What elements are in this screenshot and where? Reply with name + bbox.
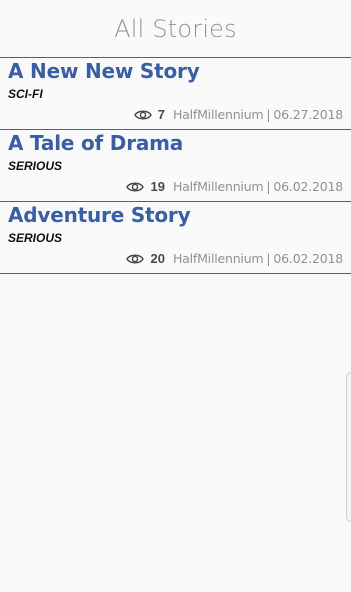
story-title[interactable]: A New New Story [8, 59, 200, 83]
story-author: HalfMillennium [172, 251, 264, 266]
story-title[interactable]: Adventure Story [8, 203, 191, 227]
eye-icon [133, 109, 152, 121]
meta-separator: | [266, 107, 271, 122]
app-header: All Stories [0, 0, 351, 58]
story-meta: 7 HalfMillennium | 06.27.2018 [133, 107, 343, 122]
view-count: 7 [157, 107, 165, 122]
edge-panel-handle[interactable] [346, 372, 351, 522]
story-meta: 20 HalfMillennium | 06.02.2018 [126, 251, 343, 266]
story-title[interactable]: A Tale of Drama [8, 131, 183, 155]
eye-icon [126, 181, 145, 193]
story-author: HalfMillennium [172, 179, 264, 194]
story-item[interactable]: Adventure Story SERIOUS 20 HalfMillenniu… [0, 202, 351, 274]
story-author: HalfMillennium [172, 107, 264, 122]
story-genre: SCI-FI [8, 87, 43, 101]
view-count: 20 [150, 251, 165, 266]
story-date: 06.02.2018 [273, 251, 343, 266]
story-date: 06.27.2018 [273, 107, 343, 122]
story-item[interactable]: A Tale of Drama SERIOUS 19 HalfMillenniu… [0, 130, 351, 202]
meta-separator: | [266, 179, 271, 194]
page-title: All Stories [114, 14, 237, 43]
story-genre: SERIOUS [8, 231, 63, 245]
story-genre: SERIOUS [8, 159, 63, 173]
story-date: 06.02.2018 [273, 179, 343, 194]
eye-icon [126, 253, 145, 265]
view-count: 19 [150, 179, 165, 194]
meta-separator: | [266, 251, 271, 266]
story-list: A New New Story SCI-FI 7 HalfMillennium … [0, 58, 351, 274]
story-item[interactable]: A New New Story SCI-FI 7 HalfMillennium … [0, 58, 351, 130]
story-meta: 19 HalfMillennium | 06.02.2018 [126, 179, 343, 194]
